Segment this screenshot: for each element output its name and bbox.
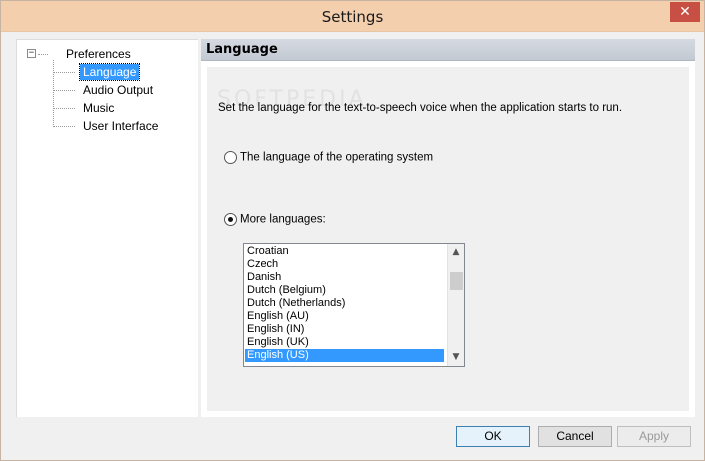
languages-list: Croatian Czech Danish Dutch (Belgium) Du… xyxy=(245,245,444,362)
tree-connector xyxy=(53,90,75,91)
list-item[interactable]: Croatian xyxy=(245,245,444,258)
settings-window: Settings ✕ − Preferences Language Audio … xyxy=(0,0,705,461)
preferences-tree[interactable]: − Preferences Language Audio Output Musi… xyxy=(16,39,198,417)
tree-connector xyxy=(53,126,75,127)
list-item[interactable]: English (UK) xyxy=(245,336,444,349)
close-button[interactable]: ✕ xyxy=(670,2,700,22)
dialog-client-area: − Preferences Language Audio Output Musi… xyxy=(9,33,698,454)
listbox-scrollbar[interactable]: ▲ ▼ xyxy=(447,244,464,366)
radio-more-languages-row[interactable]: More languages: xyxy=(224,213,326,226)
list-item[interactable]: English (IN) xyxy=(245,323,444,336)
window-title: Settings xyxy=(321,8,384,26)
tree-node-music[interactable]: Music xyxy=(80,100,117,116)
tree-node-language[interactable]: Language xyxy=(78,63,141,81)
tree-node-preferences[interactable]: Preferences xyxy=(63,46,134,62)
tree-connector xyxy=(53,72,75,73)
collapse-icon[interactable]: − xyxy=(27,49,36,58)
radio-os-language-row[interactable]: The language of the operating system xyxy=(224,151,433,164)
tree-node-audio-output[interactable]: Audio Output xyxy=(80,82,156,98)
description-text: Set the language for the text-to-speech … xyxy=(218,102,623,114)
radio-more-languages[interactable] xyxy=(224,213,237,226)
tree-connector xyxy=(53,60,54,125)
list-item[interactable]: Danish xyxy=(245,271,444,284)
list-item[interactable]: Czech xyxy=(245,258,444,271)
tree-connector xyxy=(38,54,48,55)
panel-header: Language xyxy=(201,39,695,61)
cancel-button[interactable]: Cancel xyxy=(538,426,612,447)
list-item-selected[interactable]: English (US) xyxy=(245,349,444,362)
settings-panel: Language SOFTPEDIA Set the language for … xyxy=(201,39,695,417)
radio-os-language-label[interactable]: The language of the operating system xyxy=(240,152,433,164)
list-item[interactable]: Dutch (Netherlands) xyxy=(245,297,444,310)
chevron-up-icon[interactable]: ▲ xyxy=(448,244,464,261)
title-bar[interactable]: Settings ✕ xyxy=(1,1,704,32)
list-item[interactable]: Dutch (Belgium) xyxy=(245,284,444,297)
languages-listbox[interactable]: Croatian Czech Danish Dutch (Belgium) Du… xyxy=(243,243,465,367)
radio-more-languages-label[interactable]: More languages: xyxy=(240,214,326,226)
panel-title: Language xyxy=(206,42,278,57)
radio-os-language[interactable] xyxy=(224,151,237,164)
apply-button[interactable]: Apply xyxy=(617,426,691,447)
tree-node-user-interface[interactable]: User Interface xyxy=(80,118,161,134)
tree-connector xyxy=(53,108,75,109)
scrollbar-thumb[interactable] xyxy=(450,272,463,290)
chevron-down-icon[interactable]: ▼ xyxy=(448,349,464,366)
close-icon: ✕ xyxy=(679,4,691,20)
panel-body: SOFTPEDIA Set the language for the text-… xyxy=(207,67,689,411)
ok-button[interactable]: OK xyxy=(456,426,530,447)
list-item[interactable]: English (AU) xyxy=(245,310,444,323)
